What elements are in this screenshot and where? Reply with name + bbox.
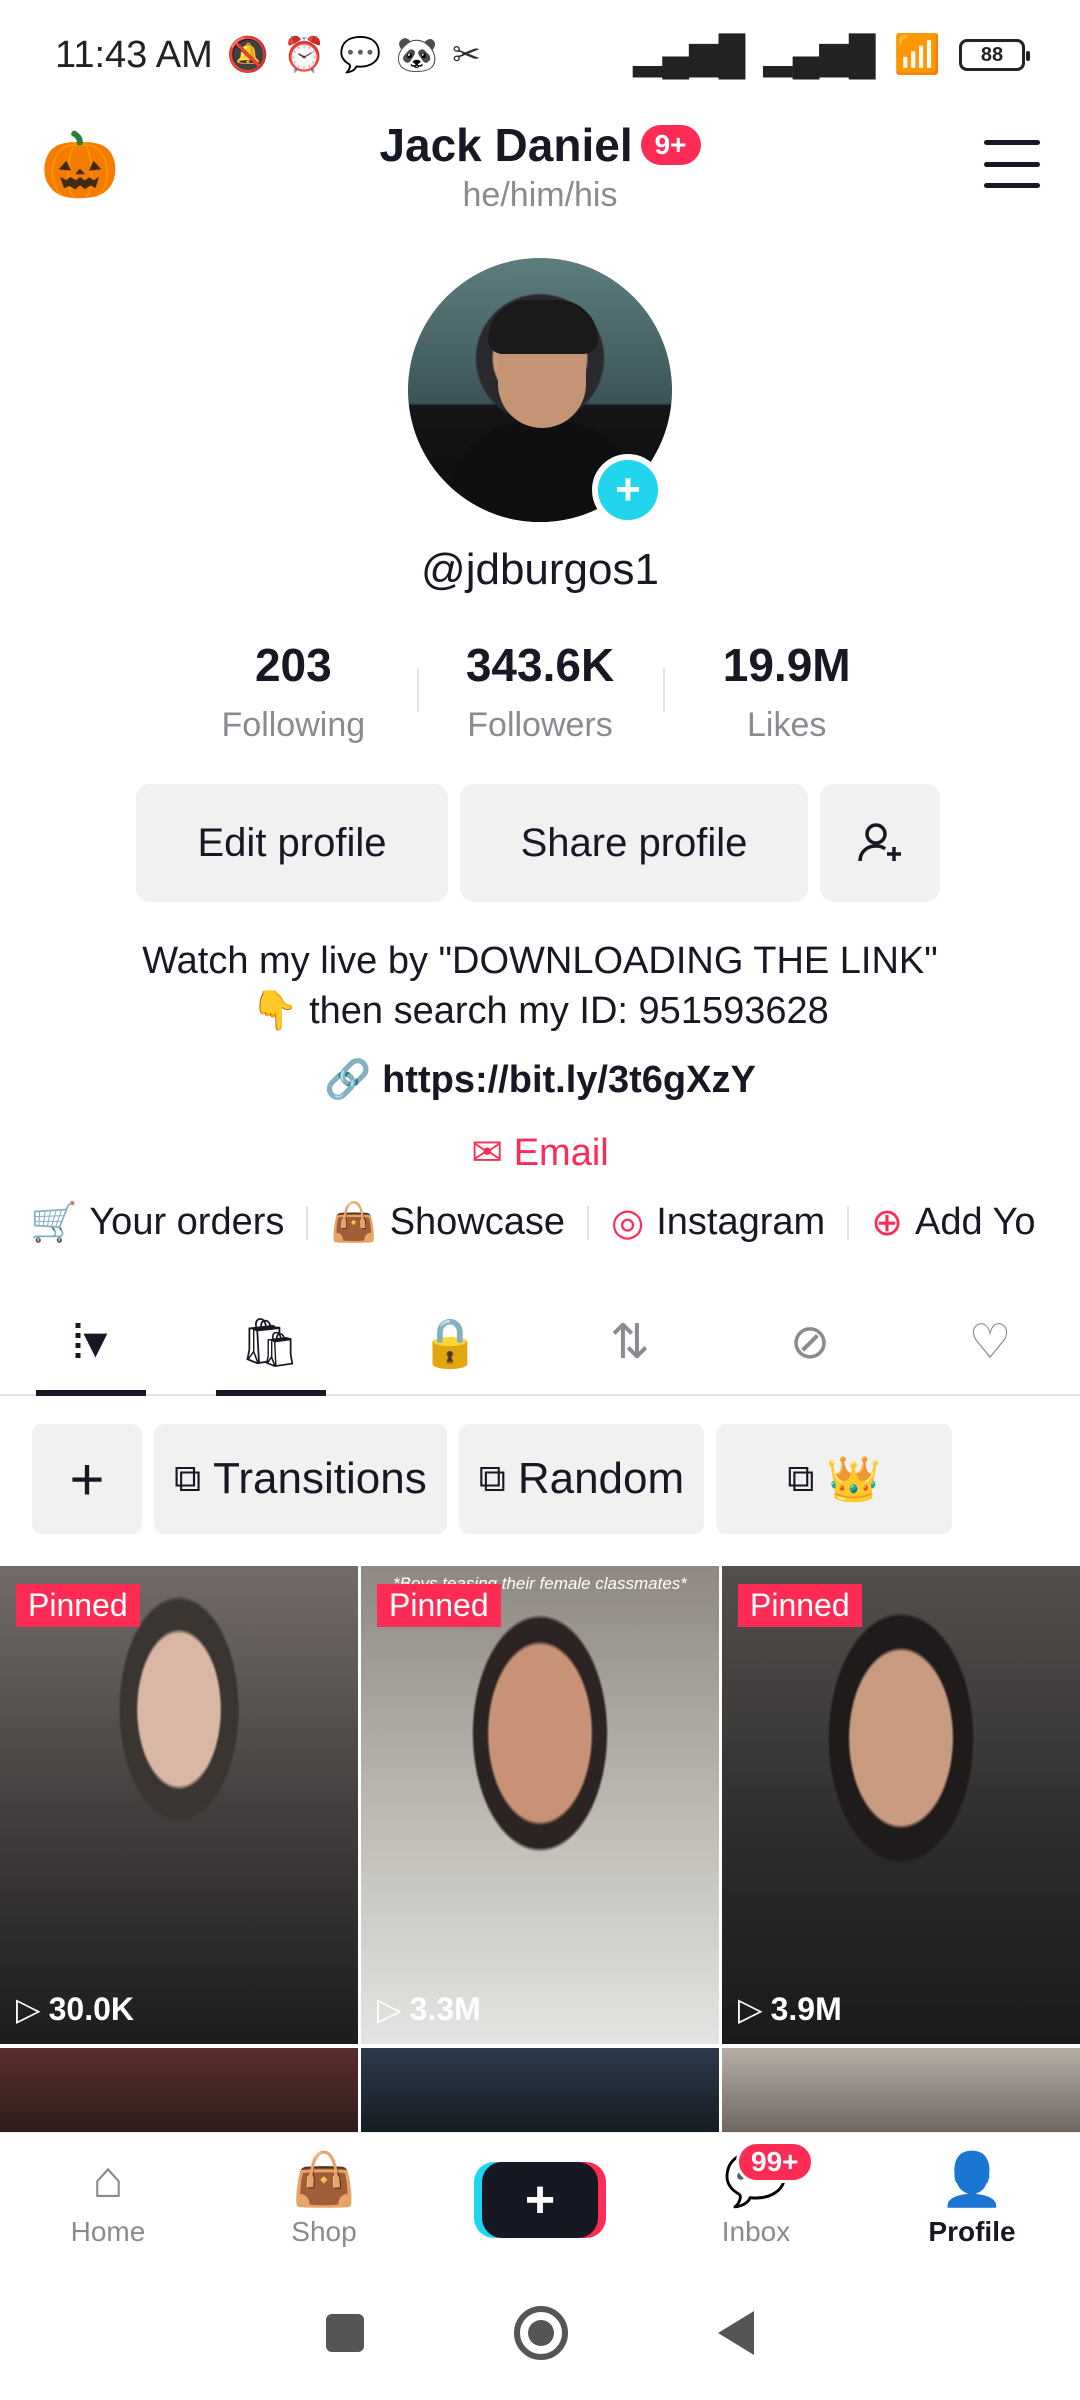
nav-home[interactable]: ⌂ Home: [0, 2133, 216, 2266]
add-icon: ⊕: [871, 1202, 904, 1244]
instagram-link[interactable]: ◎ Instagram: [589, 1200, 847, 1245]
email-button[interactable]: ✉ Email: [0, 1130, 1080, 1175]
view-count: ▷ 3.9M: [738, 1990, 842, 2028]
back-icon[interactable]: [718, 2311, 754, 2355]
stat-likes[interactable]: 19.9M Likes: [663, 638, 910, 745]
bag-icon: 👜: [330, 1201, 378, 1244]
profile-icon: 👤: [939, 2150, 1005, 2209]
bookmark-icon: ⊘: [789, 1316, 831, 1369]
pinned-badge: Pinned: [738, 1584, 862, 1627]
username-handle: @jdburgos1: [421, 545, 659, 594]
nav-create[interactable]: +: [432, 2133, 648, 2266]
collection-crown[interactable]: ⧉ 👑: [716, 1424, 953, 1534]
repost-icon: ⇅: [609, 1316, 651, 1369]
video-grid: Pinned ▷ 30.0K *Boys teasing their female…: [0, 1566, 1080, 2138]
play-icon: ▷: [738, 1991, 763, 2027]
video-thumbnail[interactable]: [722, 2048, 1080, 2138]
share-profile-button[interactable]: Share profile: [460, 784, 808, 902]
mail-icon: ✉: [471, 1132, 504, 1174]
edit-profile-button[interactable]: Edit profile: [136, 784, 448, 902]
play-icon: ▷: [377, 1991, 402, 2027]
collection-random[interactable]: ⧉ Random: [458, 1424, 705, 1534]
playlist-icon: ⧉: [787, 1457, 815, 1500]
profile-stats: 203 Following 343.6K Followers 19.9M Lik…: [170, 638, 910, 745]
recents-icon[interactable]: [326, 2314, 364, 2352]
signal-icon: ▂▄▆█: [633, 34, 746, 77]
playlist-icon: ⧉: [478, 1457, 506, 1500]
bio: Watch my live by "DOWNLOADING THE LINK" …: [142, 940, 938, 1032]
collections-row: + ⧉ Transitions ⧉ Random ⧉ 👑: [32, 1424, 953, 1534]
your-orders-link[interactable]: 🛒 Your orders: [30, 1201, 306, 1245]
bio-link[interactable]: 🔗 https://bit.ly/3t6gXzY: [0, 1058, 1080, 1102]
inbox-badge: 99+: [736, 2141, 814, 2183]
shop-icon: 👜: [291, 2150, 357, 2209]
content-tabs: ⦙▾ 🛍 🔒 ⇅ ⊘ ♡: [0, 1290, 1080, 1396]
system-nav-bar: [0, 2266, 1080, 2400]
play-icon: ▷: [16, 1991, 41, 2027]
shop-bag-icon: 🛍: [239, 1316, 301, 1370]
tab-shop[interactable]: 🛍: [180, 1290, 360, 1396]
add-user-icon: [858, 823, 901, 862]
home-icon: ⌂: [92, 2150, 124, 2209]
status-bar: 11:43 AM 🔕 ⏰ 💬 🐼 ✂ ▂▄▆█ ▂▄▆█ 📶 88: [0, 0, 1080, 110]
nav-profile[interactable]: 👤 Profile: [864, 2133, 1080, 2266]
profile-header: 🎃 Jack Daniel 9+ he/him/his: [0, 110, 1080, 230]
nav-inbox[interactable]: 💬 99+ Inbox: [648, 2133, 864, 2266]
pronouns: he/him/his: [462, 176, 618, 214]
tab-liked[interactable]: ♡: [900, 1290, 1080, 1394]
link-icon: 🔗: [324, 1059, 372, 1101]
video-thumbnail[interactable]: Pinned ▷ 30.0K: [0, 1566, 358, 2044]
bottom-nav: ⌂ Home 👜 Shop + 💬 99+ Inbox 👤 Profile: [0, 2132, 1080, 2266]
showcase-link[interactable]: 👜 Showcase: [308, 1201, 587, 1245]
tab-reposts[interactable]: ⇅: [540, 1290, 720, 1394]
name-badge: 9+: [640, 125, 701, 165]
add-link[interactable]: ⊕ Add Yo: [849, 1200, 1057, 1245]
signal2-icon: ▂▄▆█: [763, 34, 876, 77]
panda-icon: 🐼: [395, 36, 439, 74]
status-time: 11:43 AM: [55, 33, 213, 76]
view-count: ▷ 30.0K: [16, 1990, 134, 2028]
quick-links: 🛒 Your orders 👜 Showcase ◎ Instagram ⊕ A…: [30, 1200, 1080, 1245]
view-count: ▷ 3.3M: [377, 1990, 481, 2028]
chat-icon: 💬: [339, 36, 382, 74]
cart-icon: 🛒: [30, 1201, 78, 1244]
add-collection-button[interactable]: +: [32, 1424, 142, 1534]
tab-private[interactable]: 🔒: [360, 1290, 540, 1394]
playlist-icon: ⧉: [174, 1457, 202, 1500]
mute-icon: 🔕: [226, 36, 270, 74]
video-thumbnail[interactable]: *Boys teasing their female classmates* P…: [361, 1566, 719, 2044]
video-thumbnail[interactable]: Pinned ▷ 3.9M: [722, 1566, 1080, 2044]
stat-followers[interactable]: 343.6K Followers: [416, 638, 664, 745]
battery-icon: 88: [959, 39, 1030, 71]
nav-shop[interactable]: 👜 Shop: [216, 2133, 432, 2266]
tab-favorites[interactable]: ⊘: [720, 1290, 900, 1394]
stat-following[interactable]: 203 Following: [170, 638, 417, 745]
profile-actions: Edit profile Share profile: [136, 784, 940, 902]
pinned-badge: Pinned: [16, 1584, 140, 1627]
video-thumbnail[interactable]: [0, 2048, 358, 2138]
alarm-icon: ⏰: [283, 36, 326, 74]
pinned-badge: Pinned: [377, 1584, 501, 1627]
add-friend-button[interactable]: [820, 784, 940, 902]
capcut-icon: ✂: [452, 36, 481, 74]
wifi-icon: 📶: [893, 34, 941, 76]
create-icon: +: [482, 2161, 598, 2238]
tab-videos[interactable]: ⦙▾: [0, 1290, 180, 1396]
heart-icon: ♡: [968, 1316, 1012, 1369]
home-button-icon[interactable]: [514, 2306, 568, 2360]
lock-icon: 🔒: [420, 1316, 480, 1370]
menu-icon[interactable]: [984, 140, 1040, 188]
grid-icon: ⦙▾: [72, 1315, 108, 1369]
video-thumbnail[interactable]: [361, 2048, 719, 2138]
collection-transitions[interactable]: ⧉ Transitions: [154, 1424, 447, 1534]
instagram-icon: ◎: [611, 1202, 645, 1244]
profile-name[interactable]: Jack Daniel: [379, 118, 632, 172]
add-avatar-icon[interactable]: +: [592, 454, 664, 526]
